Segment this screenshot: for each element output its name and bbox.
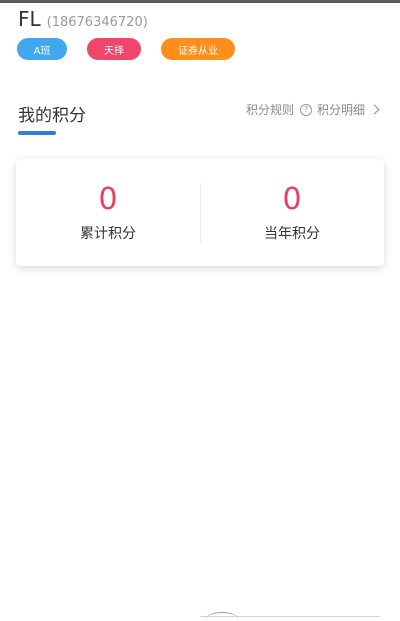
year-points-value: 0 [282, 182, 302, 217]
points-card: 0 累计积分 0 当年积分 [16, 159, 384, 266]
section-title-underline [18, 131, 56, 135]
status-bar [0, 0, 400, 3]
tag-tianze: 天择 [87, 38, 141, 60]
points-links: 积分规则 ? 积分明细 [246, 101, 380, 118]
points-page: FL (18676346720) A班 天择 证券从业 我的积分 积分规则 ? … [0, 0, 400, 621]
total-points-value: 0 [98, 182, 118, 217]
total-points-label: 累计积分 [80, 226, 136, 242]
user-name: FL [18, 7, 41, 31]
bottom-arc [205, 612, 239, 621]
points-rules-link[interactable]: 积分规则 [246, 101, 294, 118]
total-points-cell: 0 累计积分 [16, 159, 200, 266]
section-title: 我的积分 [18, 106, 86, 126]
tag-securities: 证券从业 [161, 38, 235, 60]
help-icon[interactable]: ? [299, 103, 312, 116]
user-header: FL (18676346720) [18, 7, 148, 31]
tag-class: A班 [17, 38, 67, 60]
year-points-label: 当年积分 [264, 226, 320, 242]
user-phone: (18676346720) [46, 15, 148, 30]
chevron-right-icon[interactable] [369, 104, 380, 115]
points-details-link[interactable]: 积分明细 [317, 101, 365, 118]
user-tags: A班 天择 证券从业 [17, 38, 235, 60]
year-points-cell: 0 当年积分 [200, 159, 384, 266]
